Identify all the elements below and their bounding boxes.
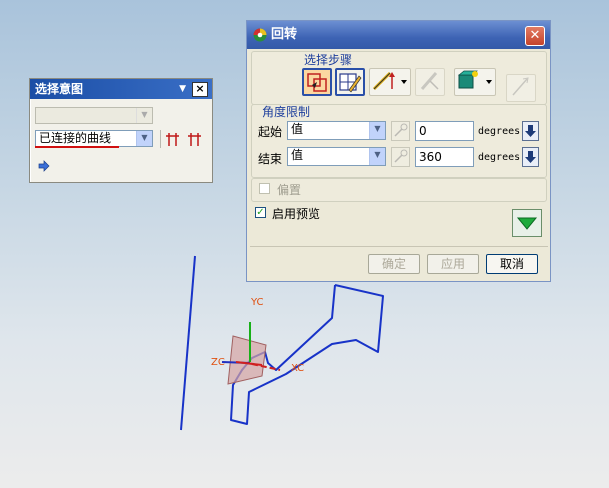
yc-label: YC [250, 297, 264, 308]
object-select-icon [394, 149, 408, 163]
apply-button: 应用 [427, 254, 479, 274]
section-curves-icon [307, 73, 327, 92]
close-icon[interactable]: × [192, 82, 208, 97]
curve-rule-value: 已连接的曲线 [39, 131, 112, 145]
start-units: degrees [478, 126, 521, 137]
point-button[interactable] [454, 68, 496, 96]
red-underline [35, 146, 119, 148]
start-object-button [391, 121, 410, 141]
offset-checkbox [259, 183, 270, 194]
end-units: degrees [478, 152, 521, 163]
point-icon [458, 70, 492, 89]
section-step-button[interactable] [302, 68, 332, 96]
arrow-down-icon [525, 125, 536, 137]
chevron-down-icon[interactable]: ▼ [369, 148, 385, 165]
toolbar-separator [160, 130, 161, 148]
sketch-line[interactable] [180, 255, 196, 431]
dialog-title: 回转 [271, 27, 298, 42]
wcs-plane [227, 335, 267, 385]
xc-label: XC [291, 363, 304, 374]
end-object-button [391, 147, 410, 167]
expand-dialog-button[interactable] [512, 209, 542, 237]
chevron-down-icon[interactable]: ▼ [369, 122, 385, 139]
end-type-value: 值 [291, 148, 304, 162]
button-row-separator [250, 246, 548, 247]
curve-rule-select[interactable]: 已连接的曲线 ▼ [35, 130, 153, 147]
offset-label: 偏置 [277, 183, 302, 197]
arrow-down-icon [525, 151, 536, 163]
preview-label: 启用预览 [272, 207, 321, 221]
start-menu-button[interactable] [522, 121, 539, 141]
chevron-down-icon[interactable]: ▼ [136, 131, 152, 146]
zc-label: ZC [211, 357, 225, 368]
sketch-section-button[interactable] [335, 68, 365, 96]
revolve-app-icon [253, 28, 267, 42]
cancel-button[interactable]: 取消 [486, 254, 538, 274]
chevron-down-icon: ▼ [136, 108, 152, 123]
stop-at-intersection-icons[interactable] [165, 131, 207, 147]
reverse-direction-button [415, 68, 445, 96]
axis-vector-button[interactable] [369, 68, 411, 96]
selection-intent-title: 选择意图 [35, 82, 84, 96]
object-select-icon [394, 123, 408, 137]
angle-limits-label: 角度限制 [262, 105, 311, 119]
filter-combo: ▼ [35, 107, 153, 124]
end-label: 结束 [258, 152, 283, 166]
flip-point-button [506, 74, 536, 102]
selection-steps-label: 选择步骤 [304, 53, 353, 67]
preview-checkbox[interactable]: ✓ [255, 207, 266, 218]
reverse-direction-icon [420, 72, 439, 90]
start-type-value: 值 [291, 122, 304, 136]
expand-down-icon [516, 217, 538, 230]
end-type-select[interactable]: 值 ▼ [287, 147, 386, 166]
vector-icon [372, 71, 407, 91]
revolve-titlebar[interactable]: 回转 ✕ [247, 21, 550, 49]
toolbar-options-icon[interactable]: ▼ [179, 79, 186, 99]
start-type-select[interactable]: 值 ▼ [287, 121, 386, 140]
selection-intent-titlebar[interactable]: 选择意图 ▼ × [30, 79, 212, 99]
end-angle-input[interactable]: 360 [415, 147, 474, 167]
follow-fillet-arrow-icon[interactable] [38, 160, 50, 172]
start-angle-input[interactable]: 0 [415, 121, 474, 141]
sketch-section-icon [339, 73, 362, 93]
flip-point-icon [512, 77, 529, 96]
start-label: 起始 [258, 125, 283, 139]
close-icon[interactable]: ✕ [525, 26, 545, 46]
end-menu-button[interactable] [522, 147, 539, 167]
ok-button: 确定 [368, 254, 420, 274]
